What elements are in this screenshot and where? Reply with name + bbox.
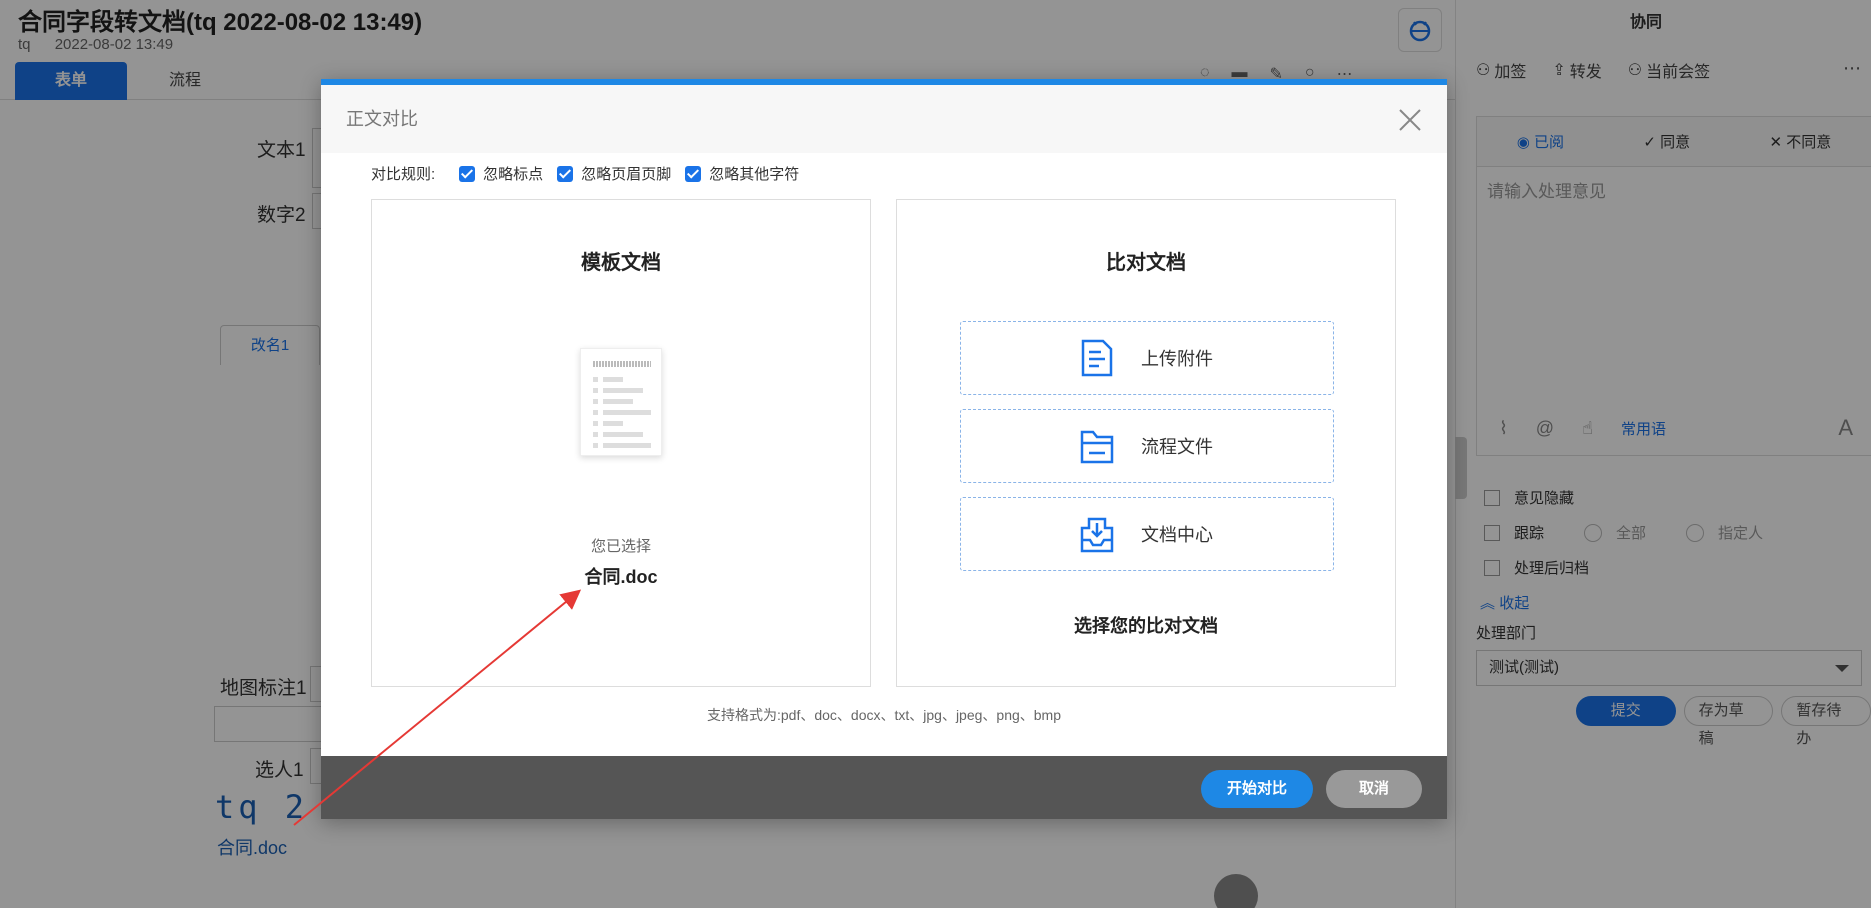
rule-ignore-header-footer[interactable]: 忽略页眉页脚 [557,163,671,184]
compare-hint: 选择您的比对文档 [1074,616,1218,636]
compare-rules: 对比规则: 忽略标点 忽略页眉页脚 忽略其他字符 [371,163,813,184]
inbox-download-icon [1080,517,1114,553]
compare-dialog: 正文对比 对比规则: 忽略标点 忽略页眉页脚 忽略其他字符 模板文档 您已选择 … [321,79,1447,819]
document-center-option[interactable]: 文档中心 [960,497,1334,571]
rule-ignore-punctuation[interactable]: 忽略标点 [459,163,543,184]
document-thumbnail-icon [580,348,662,456]
option-label: 上传附件 [1141,349,1213,369]
option-label: 流程文件 [1141,437,1213,457]
template-document-panel: 模板文档 您已选择 合同.doc [371,199,871,687]
cancel-button[interactable]: 取消 [1326,770,1422,808]
checkbox-checked[interactable] [459,165,476,182]
document-upload-icon [1081,339,1113,377]
sidebar-toggle-handle[interactable] [1455,437,1467,499]
rules-label: 对比规则: [371,166,436,183]
option-label: 文档中心 [1141,525,1213,545]
dialog-footer: 开始对比 取消 [321,756,1447,819]
checkbox-checked[interactable] [685,165,702,182]
selected-label: 您已选择 [590,538,651,555]
start-compare-button[interactable]: 开始对比 [1201,770,1313,808]
checkbox-checked[interactable] [557,165,574,182]
rule-label: 忽略其他字符 [709,166,800,183]
template-title: 模板文档 [581,252,661,274]
dialog-header: 正文对比 [321,85,1447,153]
rule-label: 忽略标点 [483,166,544,183]
dialog-title: 正文对比 [346,109,418,129]
flow-file-option[interactable]: 流程文件 [960,409,1334,483]
rule-ignore-other-chars[interactable]: 忽略其他字符 [685,163,799,184]
rule-label: 忽略页眉页脚 [581,166,672,183]
close-icon[interactable] [1397,107,1423,133]
upload-attachment-option[interactable]: 上传附件 [960,321,1334,395]
compare-document-panel: 比对文档 上传附件 流程文件 文档中心 选择您的比对文档 [896,199,1396,687]
supported-formats: 支持格式为:pdf、doc、docx、txt、jpg、jpeg、png、bmp [706,707,1062,723]
folder-icon [1080,430,1114,464]
selected-file-name: 合同.doc [584,567,658,587]
compare-title: 比对文档 [1106,252,1186,274]
